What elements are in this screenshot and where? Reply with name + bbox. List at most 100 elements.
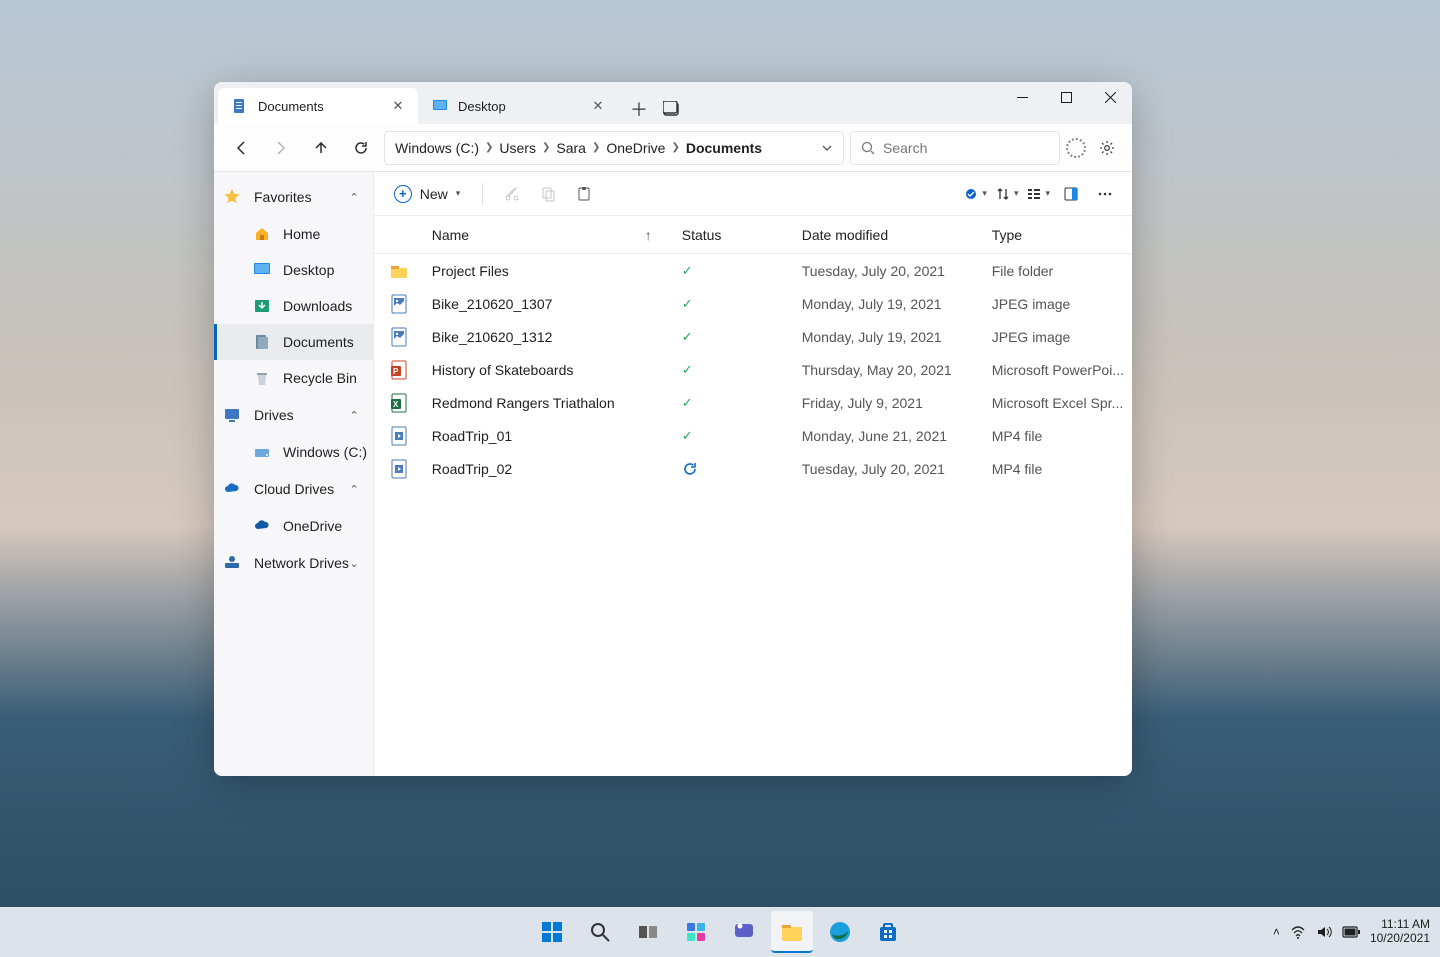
window-body: Favorites⌃HomeDesktopDownloadsDocumentsR…	[214, 172, 1132, 776]
maximize-button[interactable]	[1044, 82, 1088, 112]
volume-icon[interactable]	[1316, 924, 1332, 940]
search-box[interactable]: Search	[850, 131, 1060, 165]
tab-documents[interactable]: Documents ✕	[218, 88, 418, 124]
clock[interactable]: 11:11 AM 10/20/2021	[1370, 918, 1430, 946]
file-date: Tuesday, July 20, 2021	[794, 461, 984, 477]
breadcrumb-current[interactable]: Documents	[686, 140, 762, 156]
video-icon	[374, 459, 424, 479]
file-list: Project Files✓Tuesday, July 20, 2021File…	[374, 254, 1132, 776]
home-icon	[253, 225, 271, 243]
column-status[interactable]: Status	[674, 227, 794, 243]
breadcrumb[interactable]: Windows (C:)❯ Users❯ Sara❯ OneDrive❯ Doc…	[384, 131, 844, 165]
close-tab-button[interactable]: ✕	[388, 96, 408, 116]
new-button[interactable]: + New ▾	[386, 181, 469, 207]
edge-app[interactable]	[819, 911, 861, 953]
title-bar: Documents ✕ Desktop ✕ ＋	[214, 82, 1132, 124]
tab-label: Desktop	[458, 99, 506, 114]
sidebar-item-windows-c-[interactable]: Windows (C:)	[214, 434, 373, 470]
view-button[interactable]: ▾	[1024, 184, 1052, 204]
column-name[interactable]: Name↑	[424, 227, 674, 243]
breadcrumb-segment[interactable]: Users❯	[499, 140, 550, 156]
file-row[interactable]: RoadTrip_02Tuesday, July 20, 2021MP4 fil…	[374, 452, 1132, 485]
file-type: JPEG image	[984, 329, 1132, 345]
document-icon	[232, 98, 248, 114]
search-app[interactable]	[579, 911, 621, 953]
file-date: Friday, July 9, 2021	[794, 395, 984, 411]
battery-icon[interactable]	[1342, 926, 1360, 938]
sidebar-item-recycle-bin[interactable]: Recycle Bin	[214, 360, 373, 396]
window-controls	[1000, 82, 1132, 124]
column-date[interactable]: Date modified	[794, 227, 984, 243]
wifi-icon[interactable]	[1290, 924, 1306, 940]
settings-button[interactable]	[1092, 133, 1122, 163]
pc-icon	[222, 405, 242, 425]
back-button[interactable]	[224, 131, 258, 165]
command-bar: + New ▾ ▾ ▾ ▾	[374, 172, 1132, 216]
file-name: History of Skateboards	[424, 362, 674, 378]
file-row[interactable]: XRedmond Rangers Triathalon✓Friday, July…	[374, 386, 1132, 419]
ppt-icon: P	[374, 360, 424, 380]
taskbar[interactable]: ˄ 11:11 AM 10/20/2021	[0, 907, 1440, 957]
sidebar-group-cloud-drives[interactable]: Cloud Drives⌃	[214, 470, 373, 508]
minimize-button[interactable]	[1000, 82, 1044, 112]
forward-button[interactable]	[264, 131, 298, 165]
tab-desktop[interactable]: Desktop ✕	[418, 88, 618, 124]
sidebar-item-downloads[interactable]: Downloads	[214, 288, 373, 324]
store-app[interactable]	[867, 911, 909, 953]
time: 11:11 AM	[1370, 918, 1430, 932]
file-row[interactable]: RoadTrip_01✓Monday, June 21, 2021MP4 fil…	[374, 419, 1132, 452]
separator	[482, 183, 483, 205]
sidebar-group-drives[interactable]: Drives⌃	[214, 396, 373, 434]
file-row[interactable]: Project Files✓Tuesday, July 20, 2021File…	[374, 254, 1132, 287]
column-type[interactable]: Type	[984, 227, 1132, 243]
system-tray[interactable]: ˄ 11:11 AM 10/20/2021	[1273, 918, 1430, 946]
sidebar-item-home[interactable]: Home	[214, 216, 373, 252]
details-pane-button[interactable]	[1056, 179, 1086, 209]
file-type: Microsoft PowerPoi...	[984, 362, 1132, 378]
close-window-button[interactable]	[1088, 82, 1132, 112]
refresh-button[interactable]	[344, 131, 378, 165]
breadcrumb-segment[interactable]: OneDrive❯	[606, 140, 680, 156]
file-date: Monday, July 19, 2021	[794, 296, 984, 312]
file-type: JPEG image	[984, 296, 1132, 312]
chat[interactable]	[723, 911, 765, 953]
breadcrumb-dropdown[interactable]	[821, 142, 833, 154]
file-status	[674, 461, 794, 477]
star-icon	[222, 187, 242, 207]
sidebar-group-network-drives[interactable]: Network Drives⌄	[214, 544, 373, 582]
desktop-icon	[432, 98, 448, 114]
widgets[interactable]	[675, 911, 717, 953]
breadcrumb-segment[interactable]: Windows (C:)❯	[395, 140, 493, 156]
plus-icon: +	[394, 185, 412, 203]
address-bar: Windows (C:)❯ Users❯ Sara❯ OneDrive❯ Doc…	[214, 124, 1132, 172]
more-button[interactable]	[1090, 179, 1120, 209]
loading-spinner-icon	[1066, 138, 1086, 158]
file-name: Redmond Rangers Triathalon	[424, 395, 674, 411]
sidebar-group-favorites[interactable]: Favorites⌃	[214, 178, 373, 216]
file-row[interactable]: Bike_210620_1307✓Monday, July 19, 2021JP…	[374, 287, 1132, 320]
tab-strip: Documents ✕ Desktop ✕ ＋	[214, 82, 686, 124]
image-icon	[374, 327, 424, 347]
sort-button[interactable]: ▾	[993, 184, 1021, 204]
file-date: Thursday, May 20, 2021	[794, 362, 984, 378]
tag-button[interactable]: ▾	[961, 184, 989, 204]
start-button[interactable]	[531, 911, 573, 953]
tray-chevron-icon[interactable]: ˄	[1273, 925, 1280, 939]
cut-button[interactable]	[497, 179, 527, 209]
sidebar-item-desktop[interactable]: Desktop	[214, 252, 373, 288]
video-icon	[374, 426, 424, 446]
paste-button[interactable]	[569, 179, 599, 209]
new-label: New	[420, 186, 448, 202]
breadcrumb-segment[interactable]: Sara❯	[556, 140, 600, 156]
close-tab-button[interactable]: ✕	[588, 96, 608, 116]
file-explorer-app[interactable]	[771, 911, 813, 953]
sidebar-item-documents[interactable]: Documents	[214, 324, 373, 360]
file-row[interactable]: Bike_210620_1312✓Monday, July 19, 2021JP…	[374, 320, 1132, 353]
up-button[interactable]	[304, 131, 338, 165]
tab-overview-button[interactable]	[656, 94, 686, 124]
sidebar-item-onedrive[interactable]: OneDrive	[214, 508, 373, 544]
copy-button[interactable]	[533, 179, 563, 209]
task-view[interactable]	[627, 911, 669, 953]
new-tab-button[interactable]: ＋	[624, 94, 654, 124]
file-row[interactable]: PHistory of Skateboards✓Thursday, May 20…	[374, 353, 1132, 386]
